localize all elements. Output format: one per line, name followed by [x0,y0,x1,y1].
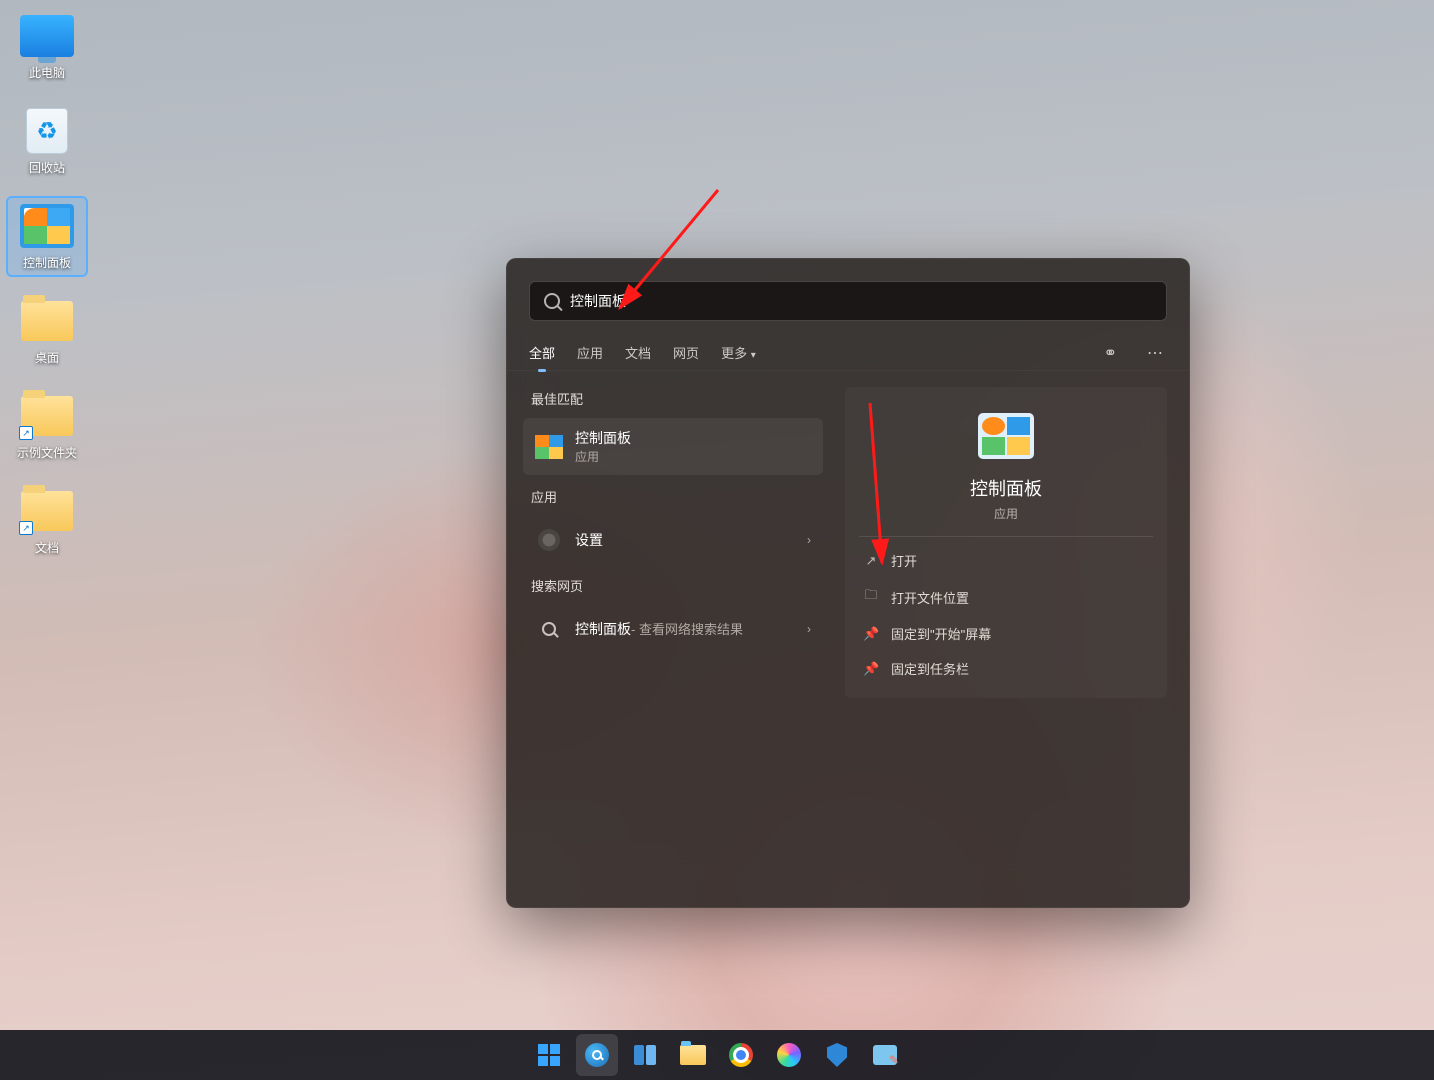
desktop-icons: 此电脑 ♻ 回收站 控制面板 桌面 ↗ 示例文件夹 ↗ 文档 [8,8,86,560]
icon-label: 示例文件夹 [17,444,77,461]
action-open[interactable]: ↗ 打开 [853,543,1159,578]
icon-control-panel[interactable]: 控制面板 [8,198,86,275]
chevron-right-icon: › [807,622,811,636]
search-preview: 控制面板 应用 ↗ 打开 🗀 打开文件位置 📌 固定到"开始"屏幕 [831,381,1173,891]
search-results: 最佳匹配 控制面板 应用 应用 设置 › 搜索网页 控制面板 - 查看网络搜索结… [523,381,823,891]
icon-folder-docs[interactable]: ↗ 文档 [8,483,86,560]
preview-title: 控制面板 [970,475,1042,501]
search-icon [544,293,560,309]
icon-label: 此电脑 [29,64,65,81]
search-input[interactable] [570,293,1152,309]
explorer-icon [680,1045,706,1065]
result-title: 控制面板 [575,619,631,639]
tab-more[interactable]: 更多 ▾ [721,339,756,366]
recycle-icon: ♻ [19,107,75,155]
preview-subtitle: 应用 [994,505,1018,522]
result-subtitle: 应用 [575,448,631,465]
folder-icon: 🗀 [863,586,879,608]
pin-icon: 📌 [863,661,879,677]
control-panel-icon [978,413,1034,459]
control-panel-icon [535,433,563,461]
search-tabs: 全部 应用 文档 网页 更多 ▾ ⚭ ⋯ [507,335,1189,371]
result-best-match[interactable]: 控制面板 应用 [523,418,823,475]
folder-icon: ↗ [19,487,75,535]
tab-all[interactable]: 全部 [529,339,555,366]
icon-label: 文档 [35,539,59,556]
icon-this-pc[interactable]: 此电脑 [8,8,86,85]
tab-web[interactable]: 网页 [673,339,699,366]
task-view-icon [634,1045,656,1065]
action-pin-taskbar[interactable]: 📌 固定到任务栏 [853,651,1159,686]
search-settings-icon[interactable]: ⚭ [1100,339,1121,367]
icon-label: 控制面板 [23,254,71,271]
monitor-icon [19,12,75,60]
pin-icon: 📌 [863,626,879,642]
tab-apps[interactable]: 应用 [577,339,603,366]
open-icon: ↗ [863,553,879,569]
security-button[interactable] [816,1034,858,1076]
tab-more-label: 更多 [721,346,747,361]
task-view-button[interactable] [624,1034,666,1076]
start-button[interactable] [528,1034,570,1076]
control-panel-icon [19,202,75,250]
section-apps: 应用 [523,479,823,512]
action-label: 打开文件位置 [891,588,969,607]
action-open-location[interactable]: 🗀 打开文件位置 [853,578,1159,616]
result-title: 控制面板 [575,428,631,448]
chevron-down-icon: ▾ [751,350,756,361]
action-label: 打开 [891,551,917,570]
chrome-icon [729,1043,753,1067]
icon-label: 回收站 [29,159,65,176]
search-box[interactable] [529,281,1167,321]
snipping-tool-button[interactable] [864,1034,906,1076]
windows-icon [538,1044,560,1066]
icon-folder-desktop[interactable]: 桌面 [8,293,86,370]
result-settings[interactable]: 设置 › [523,516,823,564]
section-web: 搜索网页 [523,568,823,601]
taskbar [0,1030,1434,1080]
more-options-icon[interactable]: ⋯ [1143,339,1167,367]
result-web-search[interactable]: 控制面板 - 查看网络搜索结果 › [523,605,823,653]
shield-icon [827,1043,847,1067]
chrome-button[interactable] [720,1034,762,1076]
section-best-match: 最佳匹配 [523,381,823,414]
icon-label: 桌面 [35,349,59,366]
copilot-icon [777,1043,801,1067]
result-title: 设置 [575,530,603,550]
folder-icon [19,297,75,345]
gear-icon [535,526,563,554]
chevron-right-icon: › [807,533,811,547]
search-icon [535,615,563,643]
icon-folder-demo[interactable]: ↗ 示例文件夹 [8,388,86,465]
action-pin-start[interactable]: 📌 固定到"开始"屏幕 [853,616,1159,651]
file-explorer-button[interactable] [672,1034,714,1076]
search-panel: 全部 应用 文档 网页 更多 ▾ ⚭ ⋯ 最佳匹配 控制面板 应用 应用 设置 … [506,258,1190,908]
snip-icon [873,1045,897,1065]
result-suffix: - 查看网络搜索结果 [631,619,743,638]
action-label: 固定到"开始"屏幕 [891,624,991,643]
copilot-button[interactable] [768,1034,810,1076]
action-label: 固定到任务栏 [891,659,969,678]
taskbar-search-button[interactable] [576,1034,618,1076]
icon-recycle-bin[interactable]: ♻ 回收站 [8,103,86,180]
tab-docs[interactable]: 文档 [625,339,651,366]
search-icon [585,1043,609,1067]
folder-icon: ↗ [19,392,75,440]
